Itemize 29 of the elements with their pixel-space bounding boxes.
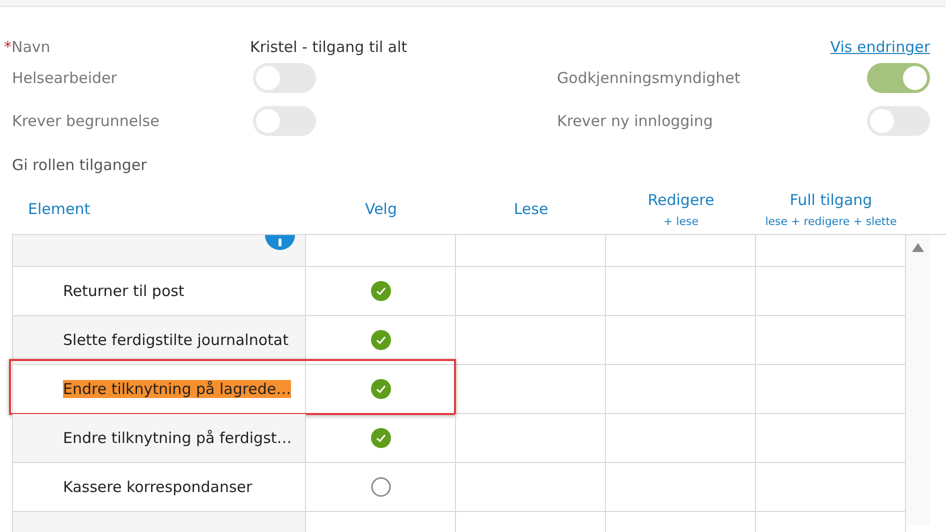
toggle-label: Krever begrunnelse [12,112,160,130]
show-changes-link[interactable]: Vis endringer [830,38,930,56]
row-label: Endre tilknytning på lagrede… [63,380,292,398]
toggle-label: Krever ny innlogging [557,112,713,130]
scrollbar[interactable] [906,235,930,525]
section-label: Gi rollen tilganger [12,156,148,174]
radio-circle-icon[interactable] [370,477,390,497]
name-value: Kristel - tilgang til alt [250,38,408,56]
row-label: Endre tilknytning på ferdigst… [63,429,292,447]
toggle-label: Godkjenningsmyndighet [557,69,740,87]
toggle-switch[interactable] [867,63,930,93]
column-subheader: lese + redigere + slette [765,214,897,228]
row-label: Slette ferdigstilte journalnotat [63,331,288,349]
row-label: Kassere korrespondanser [63,478,252,496]
check-circle-icon[interactable] [370,428,390,448]
toggle-label: Helsearbeider [12,69,118,87]
column-header[interactable]: Full tilgang [790,190,872,208]
check-circle-icon[interactable] [370,330,390,350]
check-circle-icon[interactable] [370,379,390,399]
required-mark: * [4,38,12,56]
row-label: Returner til post [63,282,184,300]
column-header[interactable]: Redigere [648,190,714,208]
column-subheader: + lese [663,214,699,228]
column-header[interactable]: Velg [364,200,397,218]
name-label: Navn [12,38,50,56]
scroll-up-icon[interactable] [912,243,924,252]
column-header[interactable]: Element [28,200,90,218]
column-header[interactable]: Lese [514,200,548,218]
check-circle-icon[interactable] [370,281,390,301]
